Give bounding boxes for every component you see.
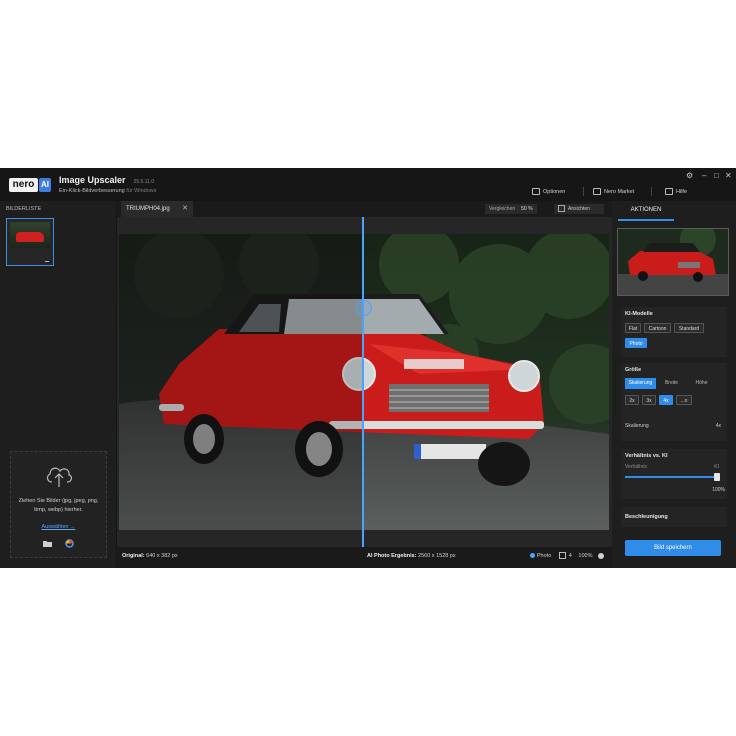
maximize-icon[interactable]: □ bbox=[714, 171, 719, 181]
compare-dropdown[interactable]: Vergleichen 50 % bbox=[485, 204, 537, 214]
photo-mode-icon bbox=[529, 553, 535, 558]
subtitle-text: Ein-Klick-Bildverbesserung bbox=[59, 188, 125, 194]
market-icon bbox=[593, 188, 601, 195]
ratio-card: Verhältnis vs. KI Verhältnis KI 100% bbox=[621, 449, 727, 499]
options-label: Optionen bbox=[543, 188, 566, 195]
logo-ai: AI bbox=[39, 178, 51, 192]
file-tab-bar: TRIUMPH04.jpg ✕ Vergleichen 50 % Ansichte… bbox=[117, 201, 612, 217]
result-value: 2560 x 1528 px bbox=[418, 553, 456, 559]
market-label: Nero Market bbox=[604, 188, 635, 195]
ratio-slider-track[interactable] bbox=[625, 476, 719, 478]
zoom-icon[interactable] bbox=[598, 552, 604, 559]
views-dropdown[interactable]: Ansichten bbox=[554, 204, 604, 214]
close-tab-icon[interactable]: ✕ bbox=[182, 201, 188, 217]
ratio-left-label: Verhältnis bbox=[625, 464, 647, 470]
save-image-button[interactable]: Bild speichern bbox=[625, 540, 721, 556]
subtitle-os: für Windows bbox=[126, 188, 157, 194]
model-flat-button[interactable]: Flat bbox=[625, 323, 641, 333]
cloud-upload-icon bbox=[46, 467, 73, 487]
file-tab[interactable]: TRIUMPH04.jpg ✕ bbox=[121, 201, 193, 217]
logo-nero: nero bbox=[9, 178, 38, 192]
help-menu[interactable]: Hilfe bbox=[665, 188, 687, 195]
comparison-photo bbox=[119, 234, 609, 530]
app-window: nero AI Image Upscaler 25.5.11.0 Ein-Klic… bbox=[0, 168, 736, 568]
ai-models-card: KI-Modelle Flat Cartoon Standard Photo bbox=[621, 307, 727, 357]
scale-4x-button[interactable]: 4x bbox=[659, 395, 673, 405]
car-photo-svg bbox=[119, 234, 609, 530]
scale-value: 4x bbox=[715, 423, 721, 429]
size-mode-width[interactable]: Breite bbox=[659, 378, 684, 389]
photo-mode-label: Photo bbox=[536, 552, 552, 559]
image-list-sidebar: BILDERLISTE Ziehen Sie Bilder (jpg, jpeg… bbox=[0, 201, 117, 568]
download-icon[interactable] bbox=[45, 257, 49, 262]
menu-separator bbox=[651, 187, 652, 196]
options-icon bbox=[532, 188, 540, 195]
image-viewer[interactable] bbox=[117, 217, 612, 547]
acceleration-card[interactable]: Beschleunigung bbox=[621, 507, 727, 527]
drop-instructions: Ziehen Sie Bilder (jpg, jpeg, png, bmp, … bbox=[18, 498, 99, 513]
ai-models-title: KI-Modelle bbox=[625, 311, 653, 317]
scale-3x-button[interactable]: 3x bbox=[642, 395, 656, 405]
app-subtitle: Ein-Klick-Bildverbesserung für Windows bbox=[59, 188, 157, 194]
thumbnail-car bbox=[16, 232, 44, 242]
nero-ai-logo: nero AI bbox=[9, 178, 51, 192]
compare-label: Vergleichen bbox=[489, 206, 516, 212]
minimize-icon[interactable]: – bbox=[702, 171, 706, 181]
size-mode-scale[interactable]: Skalierung bbox=[625, 378, 656, 389]
ratio-value: 100% bbox=[712, 487, 725, 493]
acceleration-title: Beschleunigung bbox=[625, 514, 668, 520]
file-tab-label: TRIUMPH04.jpg bbox=[126, 206, 170, 212]
comparison-divider[interactable] bbox=[362, 217, 364, 568]
fit-icon[interactable] bbox=[558, 552, 566, 559]
views-label: Ansichten bbox=[568, 206, 590, 212]
model-photo-button[interactable]: Photo bbox=[625, 338, 647, 348]
tab-actions[interactable]: AKTIONEN bbox=[618, 203, 674, 221]
close-window-icon[interactable]: ✕ bbox=[725, 171, 732, 181]
app-title: Image Upscaler 25.5.11.0 bbox=[59, 175, 154, 185]
scale-count: 4 bbox=[568, 552, 572, 559]
result-preview bbox=[617, 228, 729, 296]
compare-value: 50 % bbox=[521, 206, 533, 212]
scale-label: Skalierung bbox=[625, 423, 649, 429]
status-bar: Original: 640 x 382 px AI Photo Ergebnis… bbox=[117, 547, 612, 568]
drop-zone[interactable]: Ziehen Sie Bilder (jpg, jpeg, png, bmp, … bbox=[10, 451, 107, 558]
app-version: 25.5.11.0 bbox=[133, 179, 155, 185]
ratio-title: Verhältnis vs. KI bbox=[625, 453, 668, 459]
ratio-slider-handle[interactable] bbox=[714, 473, 720, 481]
model-standard-button[interactable]: Standard bbox=[674, 323, 704, 333]
thumbnail-image bbox=[10, 222, 50, 248]
preview-photo bbox=[618, 229, 728, 295]
image-thumbnail[interactable] bbox=[6, 218, 54, 266]
help-label: Hilfe bbox=[676, 188, 688, 195]
model-cartoon-button[interactable]: Cartoon bbox=[644, 323, 671, 333]
ratio-right-label: KI bbox=[714, 464, 719, 470]
size-card: Größe Skalierung Breite Höhe 2x 3x 4x ..… bbox=[621, 363, 727, 441]
result-size: AI Photo Ergebnis: 2560 x 1528 px bbox=[367, 553, 456, 559]
size-title: Größe bbox=[625, 367, 642, 373]
select-files-link[interactable]: Auswählen → bbox=[11, 524, 106, 530]
views-icon bbox=[558, 205, 565, 213]
original-label: Original: bbox=[122, 553, 145, 559]
sidebar-title: BILDERLISTE bbox=[6, 206, 42, 212]
nero-market-menu[interactable]: Nero Market bbox=[593, 188, 634, 195]
folder-icon[interactable] bbox=[43, 540, 52, 547]
app-name: Image Upscaler bbox=[59, 175, 126, 185]
scale-2x-button[interactable]: 2x bbox=[625, 395, 639, 405]
menu-separator bbox=[583, 187, 584, 196]
options-menu[interactable]: Optionen bbox=[532, 188, 565, 195]
zoom-value[interactable]: 100% bbox=[578, 553, 592, 559]
divider-handle[interactable] bbox=[356, 300, 372, 316]
title-bar: nero AI Image Upscaler 25.5.11.0 Ein-Klic… bbox=[0, 168, 736, 201]
scale-custom-button[interactable]: ...x bbox=[676, 395, 692, 405]
view-controls: Photo 4 100% bbox=[529, 552, 604, 559]
help-icon bbox=[665, 188, 673, 195]
original-value: 640 x 382 px bbox=[146, 553, 178, 559]
result-label: AI Photo Ergebnis: bbox=[367, 553, 417, 559]
size-mode-height[interactable]: Höhe bbox=[689, 378, 714, 389]
actions-panel: AKTIONEN KI-Modelle Flat Cartoon Standar… bbox=[613, 201, 736, 568]
google-photos-icon[interactable] bbox=[65, 539, 74, 548]
original-size: Original: 640 x 382 px bbox=[122, 553, 178, 559]
settings-icon[interactable]: ⚙ bbox=[686, 171, 693, 181]
